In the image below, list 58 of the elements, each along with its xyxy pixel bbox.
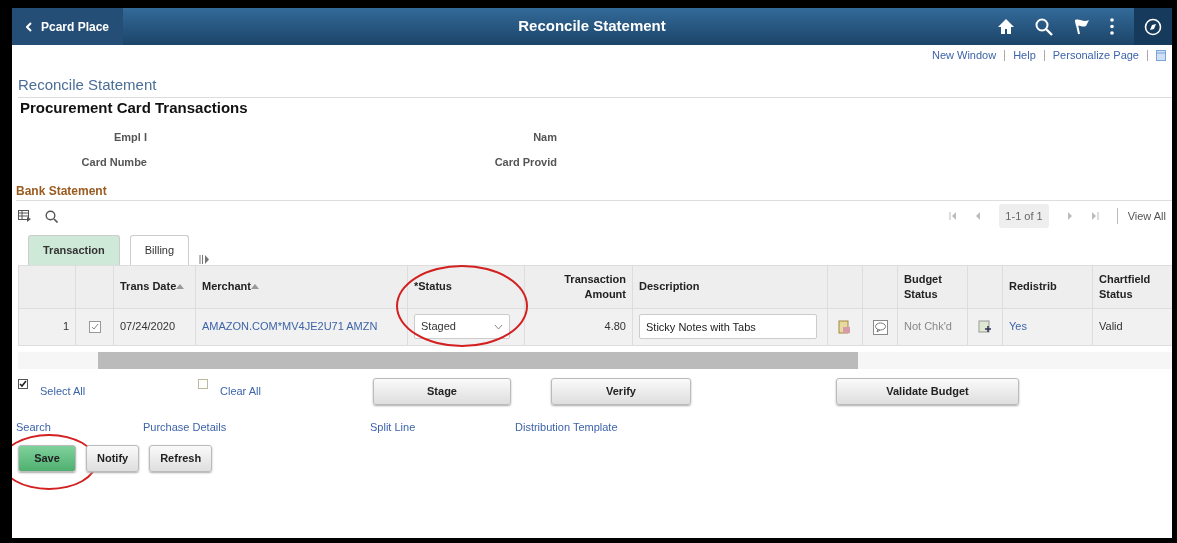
page-link[interactable]: Split Line	[370, 418, 515, 435]
field-label: Empl I	[114, 131, 147, 143]
home-icon[interactable]	[997, 18, 1015, 35]
table-cell: 4.80	[604, 320, 626, 333]
status-dropdown[interactable]: Staged	[414, 314, 510, 339]
page-link[interactable]: Purchase Details	[143, 418, 370, 435]
more-icon[interactable]	[1110, 18, 1114, 35]
table-cell: 07/24/2020	[120, 320, 176, 333]
column-header[interactable]: Description	[639, 279, 700, 294]
chevron-down-icon	[494, 323, 503, 330]
view-all-link[interactable]: View All	[1127, 209, 1166, 222]
layout-icon[interactable]	[1156, 49, 1166, 61]
select-checkbox[interactable]	[198, 379, 208, 390]
chevron-left-icon	[26, 21, 33, 32]
sort-icon[interactable]	[250, 284, 259, 291]
field-label: Nam	[533, 131, 557, 143]
column-header[interactable]: Redistrib	[1009, 279, 1057, 294]
description-field[interactable]: Sticky Notes with Tabs	[639, 314, 817, 339]
select-link[interactable]: Select All	[40, 383, 86, 400]
search-icon[interactable]	[45, 209, 58, 223]
grid-settings-icon[interactable]	[18, 210, 31, 222]
page-header-title: Reconcile Statement	[518, 16, 666, 36]
grid-action-button[interactable]: Stage	[373, 378, 511, 405]
action-button[interactable]: Save	[18, 445, 76, 472]
row-checkbox[interactable]	[88, 321, 101, 334]
grid-action-button[interactable]: Validate Budget	[836, 378, 1019, 405]
top-link[interactable]: Personalize Page	[1052, 47, 1139, 64]
section-title: Procurement Card Transactions	[20, 100, 249, 115]
grid-title: Bank Statement	[16, 182, 1172, 201]
top-link[interactable]: New Window	[931, 47, 997, 64]
sort-icon[interactable]	[176, 284, 185, 291]
page-title: Reconcile Statement	[18, 73, 1172, 98]
table-cell: Valid	[1099, 320, 1123, 333]
column-header[interactable]: Merchant	[202, 279, 251, 294]
flag-icon[interactable]	[1073, 18, 1090, 35]
field-label: Card Numbe	[81, 155, 147, 168]
page-link[interactable]: Distribution Template	[515, 418, 695, 435]
comment-icon[interactable]	[872, 319, 888, 335]
pager-dropdown[interactable]: 1-1 of 1	[999, 203, 1049, 229]
table-cell: Not Chk'd	[904, 320, 952, 333]
action-button[interactable]: Refresh	[149, 445, 213, 472]
column-header[interactable]: *Status	[414, 279, 452, 294]
select-link[interactable]: Clear All	[220, 383, 261, 400]
grid-tab[interactable]: Billing	[129, 235, 190, 265]
merchant-link[interactable]: Yes	[1009, 320, 1027, 333]
grid-action-button[interactable]: Verify	[551, 378, 691, 405]
show-columns-icon[interactable]	[199, 253, 210, 265]
grid-tab[interactable]: Transaction	[28, 235, 120, 265]
action-button[interactable]: Notify	[86, 445, 140, 472]
row-number: 1	[62, 320, 69, 333]
top-link[interactable]: Help	[1013, 47, 1036, 64]
compass-icon[interactable]	[1144, 17, 1162, 36]
page-link[interactable]: Search	[16, 418, 143, 435]
field-label: Card Provid	[494, 155, 557, 168]
distribution-icon[interactable]	[977, 319, 993, 335]
back-button[interactable]: Pcard Place	[12, 8, 124, 45]
select-checkbox[interactable]	[18, 379, 28, 390]
search-icon[interactable]	[1035, 17, 1053, 36]
